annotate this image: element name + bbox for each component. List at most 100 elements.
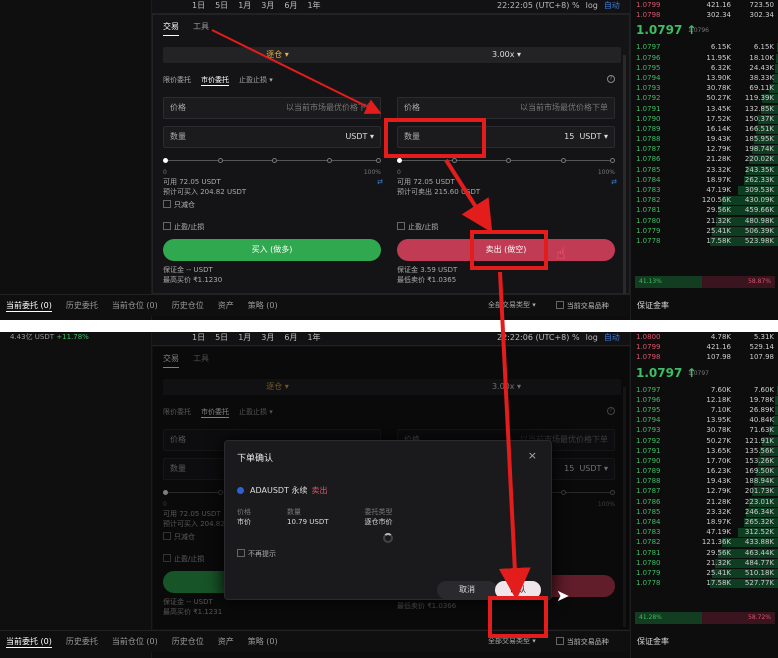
bid-row[interactable]: 1.0784 18.97K 262.33K: [631, 175, 778, 185]
tpsl-checkbox-buy[interactable]: 止盈/止损: [163, 221, 381, 233]
bid-row[interactable]: 1.0794 13.95K 40.84K: [631, 415, 778, 426]
interval-6m[interactable]: 6月: [284, 332, 297, 344]
bid-row[interactable]: 1.0788 19.43K 185.95K: [631, 134, 778, 145]
price-field-sell[interactable]: 价格 以当前市场最优价格下单: [397, 97, 615, 119]
auto-toggle[interactable]: 自动: [604, 0, 620, 12]
tab-assets[interactable]: 资产: [218, 300, 234, 311]
tpsl-checkbox-sell[interactable]: 止盈/止损: [397, 221, 615, 233]
qty-slider-sell[interactable]: [397, 155, 615, 169]
bid-row[interactable]: 1.0778 17.58K 523.98K: [631, 236, 778, 246]
tab-order-history[interactable]: 历史委托: [66, 636, 98, 647]
interval-3m[interactable]: 3月: [261, 332, 274, 344]
bid-row[interactable]: 1.0782 120.56K 430.09K: [631, 195, 778, 206]
tab-position-history[interactable]: 历史仓位: [172, 300, 204, 311]
reduce-only-checkbox[interactable]: 只减仓: [163, 199, 381, 211]
bid-row[interactable]: 1.0786 21.28K 220.02K: [631, 154, 778, 165]
bid-row[interactable]: 1.0785 23.32K 243.35K: [631, 165, 778, 175]
bid-row[interactable]: 1.0789 16.14K 166.51K: [631, 124, 778, 134]
cancel-button[interactable]: 取消: [437, 581, 497, 599]
bid-row[interactable]: 1.0794 13.90K 38.33K: [631, 73, 778, 83]
bid-row[interactable]: 1.0790 17.52K 150.37K: [631, 114, 778, 124]
transfer-icon[interactable]: ⇄: [611, 177, 617, 187]
tab-assets[interactable]: 资产: [218, 636, 234, 647]
tab-open-orders[interactable]: 当前委托 (0): [6, 636, 52, 648]
percent-toggle[interactable]: %: [572, 0, 580, 12]
percent-toggle[interactable]: %: [572, 332, 580, 344]
tab-limit-order[interactable]: 限价委托: [163, 75, 191, 86]
info-icon[interactable]: ?: [607, 75, 615, 83]
current-symbol-checkbox[interactable]: 当前交易品种: [556, 636, 609, 648]
bid-row[interactable]: 1.0783 47.19K 312.52K: [631, 527, 778, 538]
margin-mode-select[interactable]: 逐仓 ▾: [163, 47, 392, 63]
bid-row[interactable]: 1.0779 25.41K 506.39K: [631, 226, 778, 236]
bid-row[interactable]: 1.0789 16.23K 169.50K: [631, 466, 778, 477]
ask-row[interactable]: 1.0800 4.78K 5.31K: [631, 332, 778, 342]
bid-row[interactable]: 1.0787 12.79K 201.73K: [631, 486, 778, 497]
bid-row[interactable]: 1.0786 21.28K 223.01K: [631, 497, 778, 507]
auto-toggle[interactable]: 自动: [604, 332, 620, 344]
ask-row[interactable]: 1.0798 302.34 302.34: [631, 10, 778, 20]
sell-short-button[interactable]: 卖出 (做空): [397, 239, 615, 261]
bid-row[interactable]: 1.0795 6.32K 24.43K: [631, 63, 778, 73]
interval-1y[interactable]: 1年: [307, 0, 320, 12]
bid-row[interactable]: 1.0797 7.60K 7.60K: [631, 385, 778, 395]
qty-field-buy[interactable]: 数量 USDT ▾: [163, 126, 381, 148]
interval-5d[interactable]: 5日: [215, 332, 228, 344]
bid-row[interactable]: 1.0780 21.32K 480.98K: [631, 216, 778, 226]
current-symbol-checkbox[interactable]: 当前交易品种: [556, 300, 609, 312]
bid-row[interactable]: 1.0795 7.10K 26.89K: [631, 405, 778, 415]
scrollbar[interactable]: [623, 55, 626, 295]
log-toggle[interactable]: log: [586, 0, 598, 12]
tab-order-history[interactable]: 历史委托: [66, 300, 98, 311]
tab-strategies[interactable]: 策略 (0): [248, 636, 278, 647]
interval-5d[interactable]: 5日: [215, 0, 228, 12]
tab-strategies[interactable]: 策略 (0): [248, 300, 278, 311]
interval-1y[interactable]: 1年: [307, 332, 320, 344]
interval-1d[interactable]: 1日: [192, 332, 205, 344]
bid-row[interactable]: 1.0787 12.79K 198.74K: [631, 144, 778, 155]
no-remind-checkbox[interactable]: 不再提示: [237, 549, 276, 559]
bid-row[interactable]: 1.0796 12.18K 19.78K: [631, 395, 778, 405]
interval-3m[interactable]: 3月: [261, 0, 274, 12]
bid-row[interactable]: 1.0785 23.32K 246.34K: [631, 507, 778, 517]
unit-select[interactable]: USDT ▾: [345, 127, 374, 147]
transfer-icon[interactable]: ⇄: [377, 177, 383, 187]
type-filter[interactable]: 全部交易类型 ▾: [488, 636, 536, 648]
confirm-button[interactable]: 确认: [495, 581, 541, 599]
tab-trade[interactable]: 交易: [163, 21, 179, 36]
bid-row[interactable]: 1.0791 13.65K 135.56K: [631, 446, 778, 456]
leverage-select[interactable]: 3.00x ▾: [392, 47, 621, 63]
interval-1m[interactable]: 1月: [238, 0, 251, 12]
qty-field-sell[interactable]: 数量 15 USDT ▾: [397, 126, 615, 148]
bid-row[interactable]: 1.0788 19.43K 188.94K: [631, 476, 778, 487]
bid-row[interactable]: 1.0779 25.41K 510.18K: [631, 568, 778, 578]
tab-positions[interactable]: 当前仓位 (0): [112, 636, 158, 647]
bid-row[interactable]: 1.0792 50.27K 121.91K: [631, 436, 778, 446]
tab-market-order[interactable]: 市价委托: [201, 75, 229, 86]
bid-row[interactable]: 1.0796 11.95K 18.10K: [631, 53, 778, 63]
buy-long-button[interactable]: 买入 (做多): [163, 239, 381, 261]
interval-1m[interactable]: 1月: [238, 332, 251, 344]
ask-row[interactable]: 1.0798 107.98 107.98: [631, 352, 778, 362]
bid-row[interactable]: 1.0781 29.56K 463.44K: [631, 548, 778, 558]
bid-row[interactable]: 1.0790 17.70K 153.26K: [631, 456, 778, 466]
bid-row[interactable]: 1.0791 13.45K 132.85K: [631, 104, 778, 114]
interval-6m[interactable]: 6月: [284, 0, 297, 12]
tab-positions[interactable]: 当前仓位 (0): [112, 300, 158, 311]
bid-row[interactable]: 1.0797 6.15K 6.15K: [631, 42, 778, 53]
type-filter[interactable]: 全部交易类型 ▾: [488, 300, 536, 312]
tab-tpsl[interactable]: 止盈止损 ▾: [239, 75, 273, 86]
bid-row[interactable]: 1.0778 17.58K 527.77K: [631, 578, 778, 589]
close-icon[interactable]: ×: [528, 449, 537, 462]
log-toggle[interactable]: log: [586, 332, 598, 344]
ask-row[interactable]: 1.0799 421.16 529.14: [631, 342, 778, 352]
bid-row[interactable]: 1.0781 29.56K 459.66K: [631, 205, 778, 216]
tab-position-history[interactable]: 历史仓位: [172, 636, 204, 647]
tab-tools[interactable]: 工具: [193, 21, 209, 36]
tab-open-orders[interactable]: 当前委托 (0): [6, 300, 52, 312]
ask-row[interactable]: 1.0799 421.16 723.50: [631, 0, 778, 10]
price-field-buy[interactable]: 价格 以当前市场最优价格下单: [163, 97, 381, 119]
bid-row[interactable]: 1.0793 30.78K 71.63K: [631, 425, 778, 436]
bid-row[interactable]: 1.0780 21.32K 484.77K: [631, 558, 778, 568]
interval-1d[interactable]: 1日: [192, 0, 205, 12]
